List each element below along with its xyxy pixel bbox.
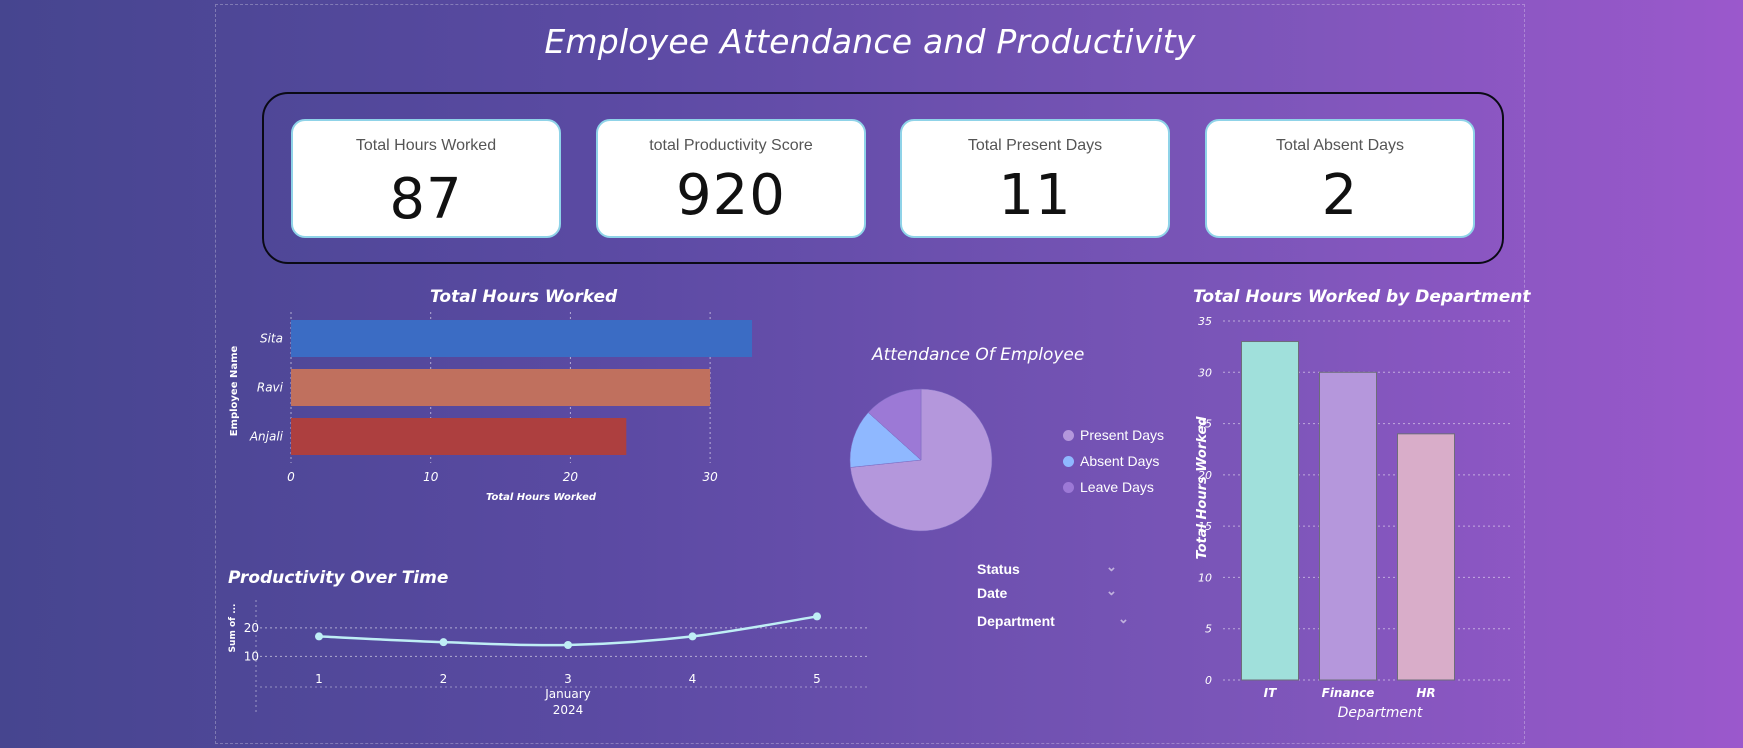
- x-tick-label: 4: [689, 672, 697, 686]
- x-tick-label: 1: [315, 672, 323, 686]
- legend-item[interactable]: Absent Days: [1063, 453, 1159, 469]
- chevron-down-icon[interactable]: ⌄: [1118, 611, 1129, 627]
- vbar-chart[interactable]: 05101520253035IT Finance HRDepartmentTotal…: [1180, 308, 1520, 728]
- bar: [291, 320, 753, 357]
- y-tick-label: 35: [1198, 315, 1212, 328]
- kpi-value: 87: [389, 167, 463, 232]
- kpi-value: 920: [676, 163, 786, 228]
- data-point: [813, 612, 821, 621]
- y-tick-label: 5: [1205, 623, 1212, 636]
- slicer-label: Department: [977, 613, 1055, 629]
- x-group-label: January: [544, 687, 591, 701]
- slicer-label: Date: [977, 585, 1008, 601]
- line-chart[interactable]: 10 20 1 2 3 4 5 January 2024 Sum of ...: [220, 595, 880, 715]
- slicer-department[interactable]: Department ⌄: [977, 611, 1129, 629]
- slicer-date[interactable]: Date ⌄: [977, 583, 1127, 601]
- y-tick-label: Sita: [260, 332, 283, 346]
- x-tick-label: 3: [564, 672, 572, 686]
- y-tick-label: 10: [244, 649, 259, 663]
- x-tick-label: Finance: [1322, 686, 1375, 700]
- data-point: [564, 641, 572, 649]
- bar: [1241, 341, 1299, 681]
- kpi-label: total Productivity Score: [649, 137, 813, 154]
- chevron-down-icon[interactable]: ⌄: [1106, 583, 1117, 599]
- pie-chart[interactable]: [840, 380, 1000, 540]
- kpi-card-absent-days[interactable]: Total Absent Days 2: [1205, 119, 1475, 238]
- x-tick-label: 30: [702, 470, 718, 484]
- x-tick-label: 0: [287, 470, 295, 484]
- hbar-chart-title: Total Hours Worked: [430, 287, 618, 307]
- y-tick-label: Anjali: [249, 430, 284, 444]
- y-tick-label: 0: [1205, 674, 1212, 687]
- chevron-down-icon[interactable]: ⌄: [1106, 559, 1117, 575]
- x-tick-label: HR: [1416, 686, 1435, 700]
- data-point: [688, 632, 697, 641]
- legend-marker: [1063, 455, 1074, 467]
- bar: [291, 369, 711, 406]
- page-title: Employee Attendance and Productivity: [544, 22, 1196, 61]
- bar: [1319, 371, 1377, 681]
- y-axis-label: Sum of ...: [228, 604, 238, 653]
- vbar-chart-title: Total Hours Worked by Department: [1193, 287, 1531, 307]
- bar: [1397, 433, 1455, 681]
- line-chart-title: Productivity Over Time: [228, 568, 449, 588]
- kpi-card-productivity-score[interactable]: total Productivity Score 920: [596, 119, 866, 238]
- x-tick-label: 5: [813, 672, 821, 686]
- x-tick-label: 20: [563, 470, 579, 484]
- legend-item[interactable]: Present Days: [1063, 427, 1164, 443]
- kpi-label: Total Present Days: [967, 137, 1103, 154]
- kpi-value: 2: [1321, 163, 1359, 228]
- hbar-chart[interactable]: 0 10 20 30 Sita Ravi Anjali Total Hours Worked E…: [220, 310, 780, 535]
- pie-chart-title: Attendance Of Employee: [872, 345, 1085, 365]
- slicer-status[interactable]: Status ⌄: [977, 559, 1127, 577]
- series-line: [318, 615, 818, 647]
- y-axis-label: Employee Name: [229, 345, 240, 436]
- x-axis-label: Total Hours Worked: [486, 492, 597, 503]
- slicer-label: Status: [977, 561, 1020, 577]
- x-tick-label: 2: [440, 672, 448, 686]
- kpi-card-total-hours[interactable]: Total Hours Worked 87: [291, 119, 561, 238]
- legend-marker: [1063, 429, 1074, 441]
- y-tick-label: 10: [1198, 571, 1212, 584]
- data-point: [315, 632, 323, 641]
- y-tick-label: 30: [1198, 366, 1212, 379]
- bar: [291, 418, 627, 455]
- x-group-label-year: 2024: [553, 703, 584, 715]
- legend-item[interactable]: Leave Days: [1063, 479, 1154, 495]
- legend-marker: [1063, 481, 1074, 493]
- x-axis-label: Department: [1338, 705, 1423, 721]
- y-axis-label: Total Hours Worked: [1195, 416, 1210, 560]
- data-point: [439, 638, 448, 647]
- kpi-card-present-days[interactable]: Total Present Days 11: [900, 119, 1170, 238]
- legend-label: Present Days: [1080, 427, 1165, 443]
- kpi-label: Total Hours Worked: [355, 137, 497, 154]
- kpi-label: Total Absent Days: [1275, 137, 1405, 154]
- legend-label: Leave Days: [1080, 479, 1154, 495]
- y-tick-label: 20: [244, 621, 259, 635]
- y-tick-label: Ravi: [257, 381, 284, 395]
- legend-label: Absent Days: [1080, 453, 1160, 469]
- kpi-value: 11: [998, 163, 1072, 228]
- x-tick-label: 10: [423, 470, 439, 484]
- x-tick-label: IT: [1264, 686, 1277, 700]
